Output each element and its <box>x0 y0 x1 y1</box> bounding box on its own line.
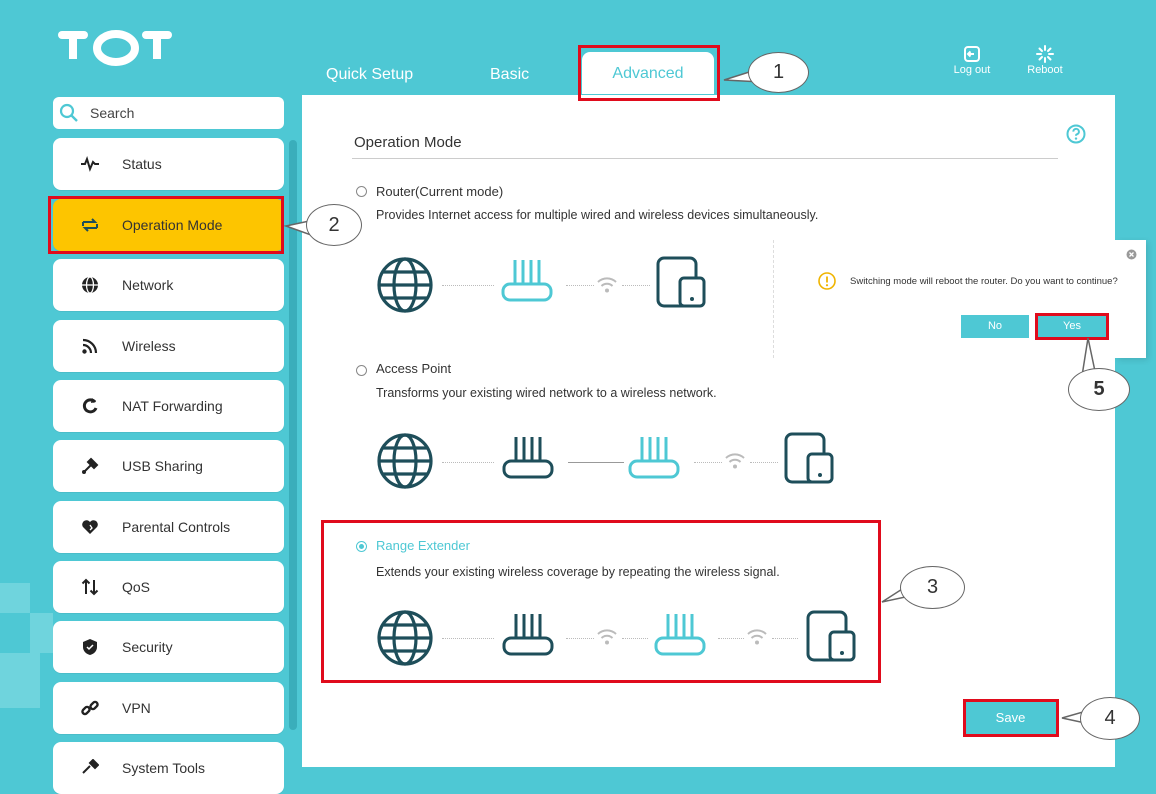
refresh-icon <box>82 398 98 414</box>
highlight-advanced-tab <box>578 45 720 101</box>
logout-button[interactable]: Log out <box>946 45 998 76</box>
decor-square <box>30 613 53 653</box>
access-point-mode-description: Transforms your existing wired network t… <box>376 386 717 400</box>
decor-square <box>0 583 30 613</box>
sidebar-item-label: QoS <box>122 579 151 595</box>
sidebar-item-label: NAT Forwarding <box>122 398 223 414</box>
wifi-signal-icon <box>725 453 745 469</box>
sidebar-item-vpn[interactable]: VPN <box>53 682 284 734</box>
devices-icon <box>656 256 706 308</box>
wifi-signal-icon <box>597 277 617 293</box>
search-icon <box>59 103 78 122</box>
logout-label: Log out <box>953 64 991 76</box>
logo <box>58 28 176 73</box>
sidebar-item-parental-controls[interactable]: Parental Controls <box>53 501 284 553</box>
sidebar-item-status[interactable]: Status <box>53 138 284 190</box>
connector-line <box>442 285 494 286</box>
router-mode-label: Router(Current mode) <box>376 184 504 199</box>
sidebar-item-wireless[interactable]: Wireless <box>53 320 284 372</box>
sidebar-item-usb-sharing[interactable]: USB Sharing <box>53 440 284 492</box>
access-point-icon <box>628 437 680 479</box>
tot-logo-icon <box>58 30 172 66</box>
page-title: Operation Mode <box>354 134 462 151</box>
sidebar-item-label: Wireless <box>122 338 176 354</box>
updown-arrows-icon <box>81 578 99 596</box>
globe-icon <box>377 433 433 489</box>
sidebar-item-network[interactable]: Network <box>53 259 284 311</box>
callout-5: 5 <box>1068 368 1130 411</box>
decor-square <box>0 653 40 708</box>
title-divider <box>352 158 1058 159</box>
sidebar-item-label: Parental Controls <box>122 519 231 535</box>
sidebar-item-security[interactable]: Security <box>53 621 284 673</box>
help-icon[interactable] <box>1066 124 1086 144</box>
no-button[interactable]: No <box>961 315 1029 338</box>
tab-quick-setup[interactable]: Quick Setup <box>326 66 413 84</box>
sidebar-item-label: System Tools <box>122 760 205 776</box>
heart-icon <box>82 520 98 534</box>
sidebar-item-qos[interactable]: QoS <box>53 561 284 613</box>
connector-line <box>442 462 494 463</box>
wired-connector-line <box>568 462 624 463</box>
shield-icon <box>83 639 97 655</box>
pulse-icon <box>81 155 99 172</box>
connector-line <box>622 285 650 286</box>
reboot-icon <box>1036 45 1054 63</box>
router-mode-radio[interactable] <box>356 186 367 197</box>
sidebar-item-nat-forwarding[interactable]: NAT Forwarding <box>53 380 284 432</box>
router-icon <box>501 260 553 302</box>
callout-2: 2 <box>306 204 362 246</box>
globe-icon <box>82 276 98 294</box>
connector-line <box>694 462 722 463</box>
reboot-button[interactable]: Reboot <box>1019 45 1071 76</box>
dialog-message: Switching mode will reboot the router. D… <box>850 276 1118 287</box>
sidebar-item-label: USB Sharing <box>122 458 203 474</box>
sidebar-item-system-tools[interactable]: System Tools <box>53 742 284 794</box>
callout-3: 3 <box>900 566 965 609</box>
callout-4: 4 <box>1080 697 1140 740</box>
sidebar-item-label: Network <box>122 277 174 293</box>
callout-1: 1 <box>748 52 809 93</box>
highlight-operation-mode <box>48 196 284 254</box>
globe-icon <box>377 257 433 313</box>
usb-icon <box>82 457 99 474</box>
tab-basic[interactable]: Basic <box>490 66 529 84</box>
sidebar-item-label: Status <box>122 156 162 172</box>
highlight-range-extender <box>321 520 881 683</box>
connector-line <box>750 462 778 463</box>
connector-line <box>566 285 594 286</box>
link-icon <box>81 700 99 716</box>
sidebar-item-label: VPN <box>122 700 151 716</box>
access-point-mode-radio[interactable] <box>356 365 367 376</box>
router-icon <box>502 437 554 479</box>
reboot-label: Reboot <box>1027 64 1063 76</box>
access-point-mode-label: Access Point <box>376 361 452 376</box>
wifi-icon <box>82 338 98 354</box>
search-input[interactable]: Search <box>53 97 284 129</box>
router-mode-description: Provides Internet access for multiple wi… <box>376 208 819 222</box>
sidebar-item-label: Security <box>122 639 173 655</box>
close-icon[interactable] <box>1126 249 1137 260</box>
highlight-save-button <box>963 699 1059 737</box>
dialog-divider <box>773 240 774 358</box>
search-placeholder: Search <box>90 105 135 121</box>
logout-icon <box>964 46 980 62</box>
tools-icon <box>82 759 99 774</box>
devices-icon <box>784 432 834 484</box>
warning-icon <box>818 272 836 290</box>
